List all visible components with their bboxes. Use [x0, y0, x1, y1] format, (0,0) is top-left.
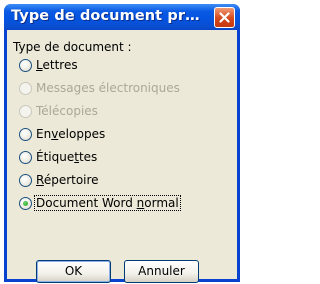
- close-button[interactable]: [214, 7, 235, 28]
- radio-button[interactable]: [19, 151, 32, 164]
- radio-button: [19, 105, 32, 118]
- radio-button: [19, 82, 32, 95]
- option-label: Messages électroniques: [36, 81, 180, 95]
- radio-button[interactable]: [19, 59, 32, 72]
- title-bar[interactable]: Type de document pr…: [4, 4, 240, 30]
- radio-button-selected[interactable]: [19, 197, 32, 210]
- dialog-window: Type de document pr… Type de document : …: [4, 4, 240, 283]
- option-label: Répertoire: [36, 173, 99, 187]
- cancel-button[interactable]: Annuler: [124, 260, 199, 283]
- option-label: Lettres: [36, 58, 78, 72]
- window-title: Type de document pr…: [11, 8, 200, 24]
- option-label: Enveloppes: [36, 127, 106, 141]
- radio-selected-dot: [23, 201, 28, 206]
- ok-button[interactable]: OK: [36, 260, 111, 283]
- option-label: Document Word normal: [34, 195, 181, 211]
- option-label: Étiquettes: [36, 150, 98, 164]
- close-icon: [219, 12, 230, 23]
- radio-button[interactable]: [19, 174, 32, 187]
- dialog-body: Type de document : Lettres Messages élec…: [7, 30, 237, 283]
- option-label: Télécopies: [36, 104, 98, 118]
- document-type-label: Type de document :: [13, 40, 132, 54]
- radio-button[interactable]: [19, 128, 32, 141]
